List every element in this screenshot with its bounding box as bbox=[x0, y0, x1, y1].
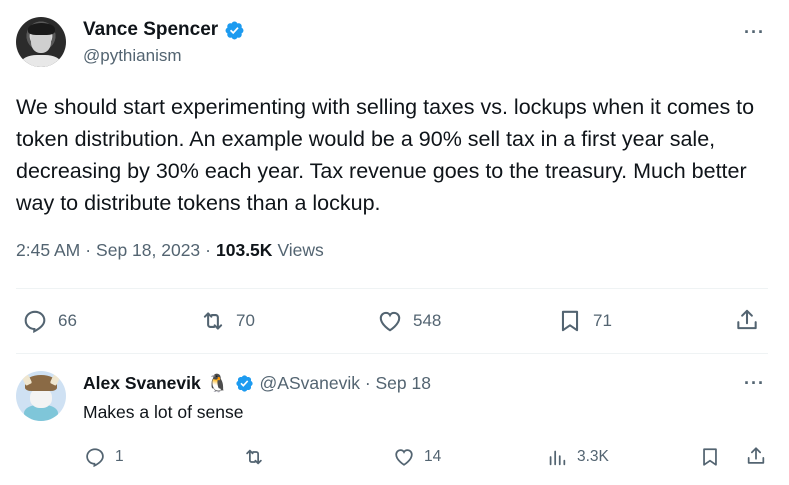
meta-separator: · bbox=[85, 240, 92, 260]
reply-author-name[interactable]: Alex Svanevik bbox=[83, 373, 201, 394]
tweet-date[interactable]: Sep 18, 2023 bbox=[96, 240, 200, 261]
like-count: 548 bbox=[413, 311, 442, 330]
author-handle[interactable]: @pythianism bbox=[83, 46, 182, 66]
reply-text: Makes a lot of sense bbox=[83, 402, 244, 422]
share-icon bbox=[747, 447, 765, 464]
divider bbox=[16, 288, 768, 289]
tweet-text: We should start experimenting with selli… bbox=[16, 95, 755, 215]
views-count: 103.5K bbox=[216, 240, 273, 260]
like-icon bbox=[379, 311, 401, 332]
views-label: Views bbox=[277, 240, 324, 260]
views-count: 3.3K bbox=[577, 448, 609, 465]
tweet-time[interactable]: 2:45 AM bbox=[16, 240, 80, 261]
author-avatar[interactable] bbox=[16, 17, 66, 67]
bookmark-icon bbox=[561, 310, 579, 332]
repost-button[interactable]: 70 bbox=[200, 308, 255, 334]
bookmark-count: 71 bbox=[593, 311, 612, 330]
reply-button[interactable]: 66 bbox=[22, 308, 77, 334]
like-icon bbox=[395, 449, 413, 466]
author-name-row: Vance Spencer bbox=[83, 19, 245, 41]
tweet-meta: 2:45 AM · Sep 18, 2023 · 103.5K Views bbox=[16, 240, 324, 261]
reply-share-button[interactable] bbox=[745, 445, 767, 467]
repost-icon bbox=[203, 312, 223, 330]
reply-views-button[interactable]: 3.3K bbox=[546, 446, 609, 468]
reply-author-avatar[interactable] bbox=[16, 371, 66, 421]
penguin-icon: 🐧 bbox=[206, 373, 229, 393]
verified-badge-icon bbox=[225, 21, 244, 39]
reply-count: 1 bbox=[115, 448, 124, 465]
repost-icon bbox=[246, 449, 262, 465]
reply-count: 66 bbox=[58, 311, 77, 330]
verified-badge-icon bbox=[235, 375, 253, 392]
reply-author-handle-date[interactable]: @ASvanevik · Sep 18 bbox=[260, 373, 431, 394]
reply-repost-button[interactable] bbox=[243, 446, 265, 468]
like-button[interactable]: 548 bbox=[377, 308, 441, 334]
repost-count: 70 bbox=[236, 311, 255, 330]
author-name[interactable]: Vance Spencer bbox=[83, 19, 218, 41]
reply-reply-button[interactable]: 1 bbox=[84, 446, 124, 468]
meta-separator: · bbox=[205, 240, 211, 260]
divider bbox=[16, 353, 768, 354]
bookmark-button[interactable]: 71 bbox=[557, 308, 612, 334]
reply-header: Alex Svanevik 🐧 @ASvanevik · Sep 18 bbox=[83, 373, 431, 394]
more-icon[interactable]: ··· bbox=[744, 373, 765, 394]
share-icon bbox=[737, 309, 757, 330]
share-button[interactable] bbox=[734, 307, 760, 333]
views-icon bbox=[549, 450, 566, 466]
bookmark-icon bbox=[703, 448, 717, 466]
tweet-actions: 66 70 548 71 bbox=[0, 304, 789, 338]
like-count: 14 bbox=[424, 448, 442, 465]
reply-like-button[interactable]: 14 bbox=[393, 446, 441, 468]
reply-bookmark-button[interactable] bbox=[699, 446, 721, 468]
reply-icon bbox=[86, 448, 104, 468]
more-icon[interactable]: ··· bbox=[744, 22, 765, 43]
reply-icon bbox=[24, 310, 46, 334]
